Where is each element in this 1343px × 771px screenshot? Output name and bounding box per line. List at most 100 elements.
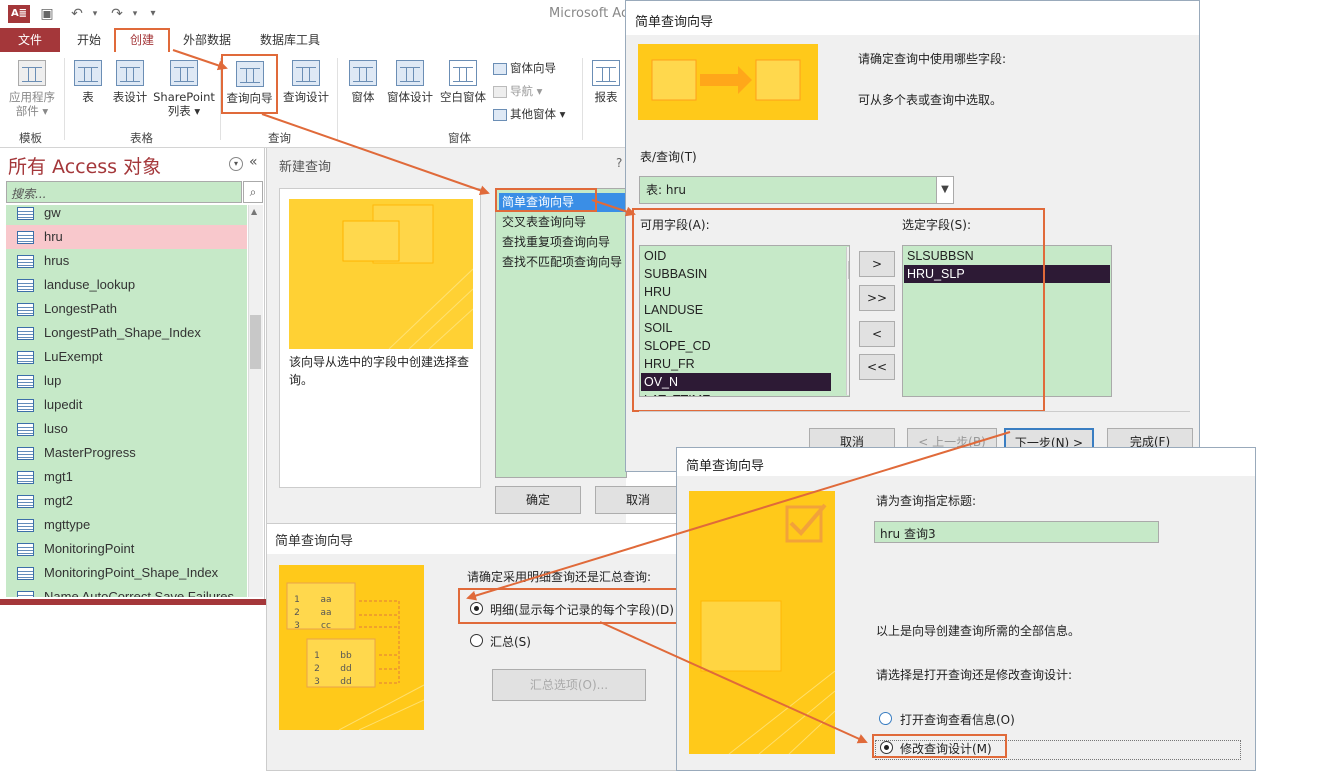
collapse-pane-icon[interactable]: « (249, 154, 258, 170)
nav-item-label: gw (44, 205, 61, 220)
sharepoint-label-2: 列表 ▾ (167, 104, 201, 118)
group-label-templates: 模板 (19, 131, 42, 145)
table-icon (17, 303, 34, 316)
nav-table-item[interactable]: Name AutoCorrect Save Failures (6, 585, 247, 597)
undo-dropdown-icon[interactable]: ▾ (86, 5, 104, 23)
nav-table-item[interactable]: hru (6, 225, 247, 249)
nav-table-item[interactable]: MonitoringPoint (6, 537, 247, 561)
list-item-crosstab-wizard[interactable]: 交叉表查询向导 (499, 213, 625, 232)
form-design-icon (396, 60, 424, 86)
search-icon[interactable]: ⌕ (243, 181, 263, 203)
help-icon[interactable]: ? (616, 156, 622, 170)
query-wizard-button[interactable]: 查询向导 (221, 54, 278, 114)
nav-scroll-thumb[interactable] (250, 315, 261, 369)
form-button[interactable]: 窗体 (344, 60, 382, 104)
query-wizard-label: 查询向导 (226, 91, 273, 105)
detail-option-label[interactable]: 明细(显示每个记录的每个字段)(D) (490, 601, 674, 618)
sample-cell: dd (340, 677, 352, 687)
tab-home[interactable]: 开始 (68, 28, 110, 52)
report-label: 报表 (594, 90, 618, 104)
customize-toolbar-icon[interactable]: ▾ (144, 5, 162, 23)
table-query-select[interactable]: 表: hru (639, 176, 939, 204)
nav-table-item[interactable]: MasterProgress (6, 441, 247, 465)
group-label-tables: 表格 (130, 131, 153, 145)
tab-database-tools[interactable]: 数据库工具 (252, 28, 328, 52)
summary-options-button[interactable]: 汇总选项(O)... (492, 669, 646, 701)
tab-external-data[interactable]: 外部数据 (176, 28, 238, 52)
wizard-header-illustration (638, 44, 818, 120)
nav-item-label: LongestPath_Shape_Index (44, 325, 201, 340)
nav-table-item[interactable]: LuExempt (6, 345, 247, 369)
scroll-up-icon[interactable]: ▲ (251, 207, 257, 216)
nav-table-item[interactable]: landuse_lookup (6, 273, 247, 297)
sharepoint-list-icon (170, 60, 198, 86)
redo-icon[interactable]: ↷ (108, 5, 126, 23)
nav-table-item[interactable]: mgttype (6, 513, 247, 537)
nav-pane-title[interactable]: 所有 Access 对象 (8, 152, 161, 179)
table-design-button[interactable]: 表设计 (108, 60, 152, 104)
query-design-button[interactable]: 查询设计 (281, 60, 331, 104)
ok-button[interactable]: 确定 (495, 486, 581, 514)
summary-option-label[interactable]: 汇总(S) (490, 633, 531, 650)
query-design-label: 查询设计 (283, 90, 329, 104)
detail-radio[interactable] (470, 602, 483, 615)
report-button[interactable]: 报表 (588, 60, 624, 104)
nav-table-item[interactable]: mgt1 (6, 465, 247, 489)
nav-item-label: LuExempt (44, 349, 103, 364)
redo-dropdown-icon[interactable]: ▾ (126, 5, 144, 23)
sharepoint-lists-button[interactable]: SharePoint 列表 ▾ (151, 60, 217, 118)
table-icon (17, 399, 34, 412)
nav-item-label: lupedit (44, 397, 83, 412)
chevron-down-icon[interactable]: ▼ (936, 176, 954, 204)
tab-file[interactable]: 文件 (0, 28, 60, 52)
open-query-label[interactable]: 打开查询查看信息(O) (900, 711, 1015, 728)
nav-table-item[interactable]: lupedit (6, 393, 247, 417)
nav-table-item[interactable]: gw (6, 205, 247, 225)
nav-menu-chevron-icon[interactable]: ▾ (229, 157, 243, 171)
application-parts-button[interactable]: 应用程序 部件 ▾ (4, 60, 60, 118)
wizard-type-list[interactable]: 简单查询向导 交叉表查询向导 查找重复项查询向导 查找不匹配项查询向导 (495, 188, 627, 478)
modify-design-label[interactable]: 修改查询设计(M) (900, 740, 992, 757)
query-title-field[interactable]: hru 查询3 (874, 521, 1159, 543)
more-forms-icon (493, 108, 507, 121)
nav-table-item[interactable]: lup (6, 369, 247, 393)
nav-table-item[interactable]: luso (6, 417, 247, 441)
nav-table-item[interactable]: MonitoringPoint_Shape_Index (6, 561, 247, 585)
undo-icon[interactable]: ↶ (68, 5, 86, 23)
sample-cell: 3 (294, 621, 300, 631)
save-icon[interactable]: ▣ (38, 5, 56, 23)
nav-table-item[interactable]: mgt2 (6, 489, 247, 513)
nav-scrollbar[interactable]: ▲ (248, 205, 263, 597)
navigation-button[interactable]: 导航 ▾ (493, 83, 542, 99)
application-parts-label-2: 部件 ▾ (15, 104, 49, 118)
nav-item-label: MonitoringPoint (44, 541, 135, 556)
nav-search-input[interactable]: 搜索... (6, 181, 242, 203)
list-item-find-duplicates-wizard[interactable]: 查找重复项查询向导 (499, 233, 625, 252)
info-text: 以上是向导创建查询所需的全部信息。 (876, 624, 1081, 638)
tab-create[interactable]: 创建 (114, 28, 170, 52)
nav-table-item[interactable]: LongestPath (6, 297, 247, 321)
status-bar (0, 599, 266, 605)
table-design-label: 表设计 (112, 90, 148, 104)
nav-table-item[interactable]: LongestPath_Shape_Index (6, 321, 247, 345)
cancel-button[interactable]: 取消 (595, 486, 681, 514)
wizard-description: 该向导从选中的字段中创建选择查询。 (289, 355, 470, 387)
summary-radio[interactable] (470, 634, 483, 647)
more-forms-button[interactable]: 其他窗体 ▾ (493, 106, 565, 122)
modify-design-radio[interactable] (880, 741, 893, 754)
ribbon: 应用程序 部件 ▾ 模板 表 表设计 SharePoint 列表 ▾ 表格 查询… (0, 52, 625, 148)
query-design-icon (292, 60, 320, 86)
nav-object-list: gw hru hrus landuse_lookup LongestPath Longes… (6, 205, 247, 597)
open-query-radio[interactable] (879, 712, 892, 725)
prompt-multiple-tables: 可从多个表或查询中选取。 (858, 93, 1003, 107)
table-button[interactable]: 表 (70, 60, 106, 104)
form-design-button[interactable]: 窗体设计 (384, 60, 436, 104)
blank-form-icon (449, 60, 477, 86)
list-item-find-unmatched-wizard[interactable]: 查找不匹配项查询向导 (499, 253, 625, 272)
nav-item-label: Name AutoCorrect Save Failures (44, 589, 235, 597)
form-wizard-button[interactable]: 窗体向导 (493, 60, 556, 76)
sample-cell: aa (320, 595, 332, 605)
blank-form-button[interactable]: 空白窗体 (437, 60, 489, 104)
table-label: 表 (82, 90, 94, 104)
nav-table-item[interactable]: hrus (6, 249, 247, 273)
